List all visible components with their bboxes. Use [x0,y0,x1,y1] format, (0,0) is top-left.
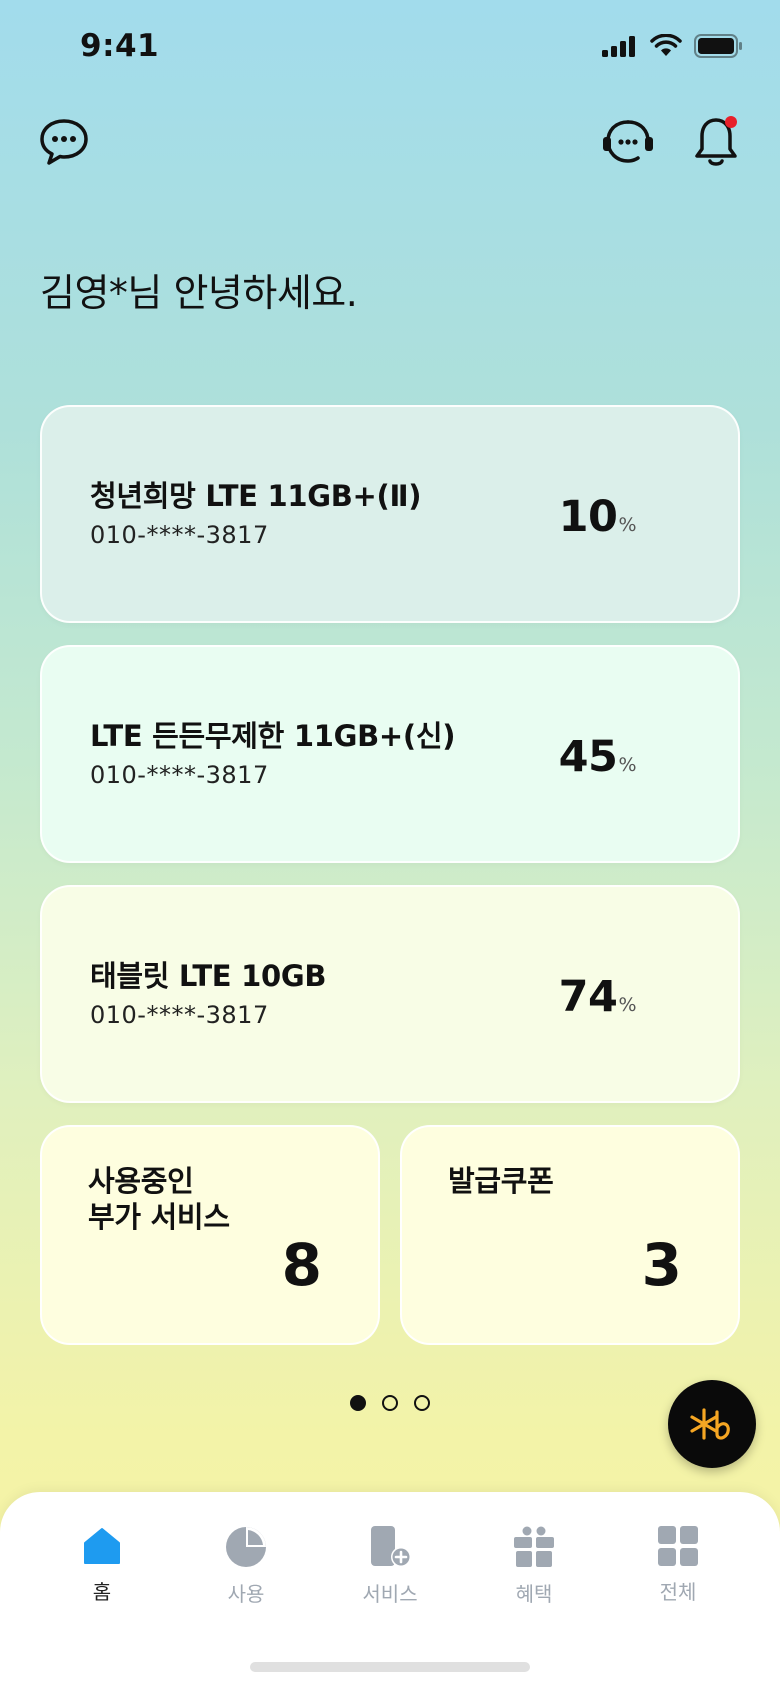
notification-button[interactable] [688,114,744,170]
bottom-navigation: 홈 사용 서비스 혜택 전체 [0,1492,780,1688]
usage-percent: 10% [558,492,637,542]
nav-label: 혜택 [515,1582,553,1606]
coupons-card[interactable]: 발급쿠폰 3 [400,1125,740,1345]
chat-button[interactable] [36,114,92,170]
status-time: 9:41 [80,28,160,64]
status-icons [602,34,742,58]
phone-add-icon [371,1526,411,1567]
nav-item-benefits[interactable]: 혜택 [479,1526,589,1607]
usage-percent: 74% [558,972,637,1022]
greeting-text: 김영*님 안녕하세요. [40,271,358,315]
nav-label: 사용 [227,1582,265,1606]
home-indicator [250,1662,530,1672]
phone-number: 010-****-3817 [90,761,269,789]
nav-label: 전체 [659,1580,697,1604]
customer-support-button[interactable] [600,114,656,170]
chat-bubble-icon [40,119,88,165]
page-indicator [350,1395,430,1411]
nav-item-home[interactable]: 홈 [47,1526,157,1605]
plan-card[interactable]: 태블릿 LTE 10GB 010-****-3817 74% [40,885,740,1103]
coupons-label: 발급쿠폰 [448,1164,554,1198]
addon-services-card[interactable]: 사용중인 부가 서비스 8 [40,1125,380,1345]
headset-chat-icon [603,120,653,163]
grid-icon [658,1526,698,1566]
nav-label: 서비스 [362,1582,418,1606]
assistant-logo-icon [690,1408,730,1440]
nav-label: 홈 [92,1580,112,1604]
gift-icon [514,1526,554,1567]
phone-number: 010-****-3817 [90,1001,269,1029]
phone-number: 010-****-3817 [90,521,269,549]
cellular-signal-icon [602,36,635,57]
battery-icon [694,34,742,58]
usage-percent: 45% [558,732,637,782]
assistant-fab-button[interactable] [668,1380,756,1468]
addon-services-label: 사용중인 부가 서비스 [88,1164,230,1234]
page-dot[interactable] [350,1395,366,1411]
wifi-icon [650,34,682,56]
page-dot[interactable] [382,1395,398,1411]
nav-item-all[interactable]: 전체 [623,1526,733,1605]
bell-icon [695,116,737,166]
coupons-count: 3 [641,1231,682,1299]
addon-services-count: 8 [281,1231,322,1299]
plan-name: LTE 든든무제한 11GB+(신) [90,719,456,753]
plan-name: 태블릿 LTE 10GB [90,959,327,993]
plan-card[interactable]: 청년희망 LTE 11GB+(Ⅱ) 010-****-3817 10% [40,405,740,623]
notification-dot [725,116,737,128]
plan-name: 청년희망 LTE 11GB+(Ⅱ) [90,479,422,513]
home-icon [84,1528,120,1564]
nav-item-services[interactable]: 서비스 [335,1526,445,1607]
pie-chart-icon [226,1527,266,1567]
plan-card[interactable]: LTE 든든무제한 11GB+(신) 010-****-3817 45% [40,645,740,863]
nav-item-usage[interactable]: 사용 [191,1526,301,1607]
page-dot[interactable] [414,1395,430,1411]
